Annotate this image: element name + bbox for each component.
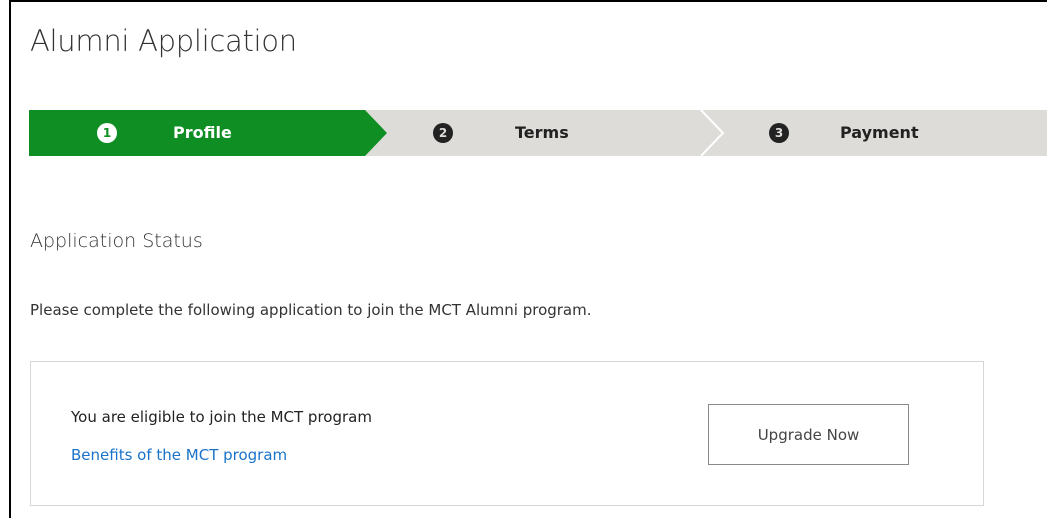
- eligibility-panel: You are eligible to join the MCT program…: [30, 361, 984, 506]
- application-status-heading: Application Status: [30, 230, 203, 252]
- step-profile[interactable]: 1 Profile: [29, 110, 387, 156]
- application-intro-text: Please complete the following applicatio…: [30, 301, 592, 319]
- step-label: Terms: [515, 123, 569, 142]
- wizard-steps: 1 Profile 2 Terms 3 Payment: [29, 110, 1047, 156]
- step-number-badge: 1: [97, 123, 117, 143]
- page-title: Alumni Application: [30, 24, 297, 58]
- step-label: Profile: [173, 123, 232, 142]
- upgrade-now-button[interactable]: Upgrade Now: [708, 404, 909, 465]
- step-terms[interactable]: 2 Terms: [365, 110, 723, 156]
- step-number-badge: 2: [433, 123, 453, 143]
- step-number-badge: 3: [769, 123, 789, 143]
- eligibility-message: You are eligible to join the MCT program: [71, 408, 372, 426]
- benefits-link[interactable]: Benefits of the MCT program: [71, 442, 287, 468]
- step-payment[interactable]: 3 Payment: [701, 110, 1047, 156]
- step-label: Payment: [840, 123, 919, 142]
